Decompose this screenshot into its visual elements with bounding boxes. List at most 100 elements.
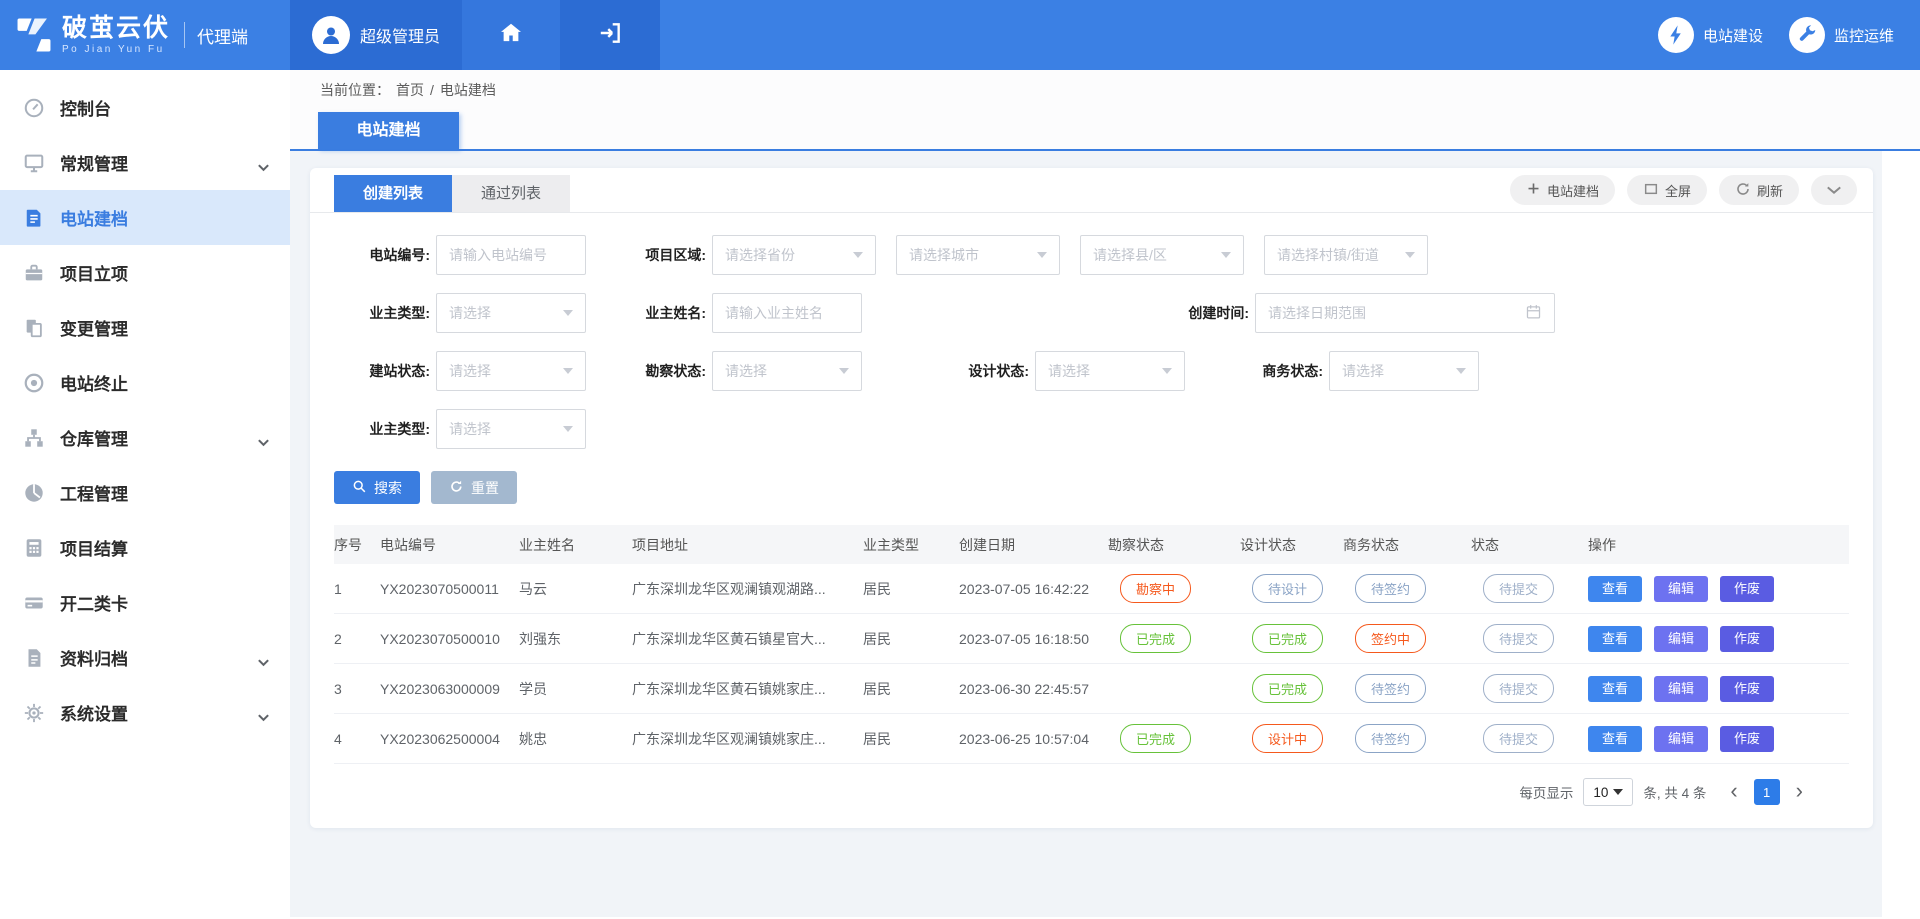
page-1-button[interactable]: 1 <box>1754 779 1780 805</box>
edit-button[interactable]: 编辑 <box>1654 726 1708 752</box>
sidebar-item-card-opening[interactable]: 开二类卡 <box>0 575 290 630</box>
cell-index: 3 <box>334 664 380 714</box>
county-select[interactable]: 请选择县/区 <box>1080 235 1244 275</box>
sidebar-item-label: 工程管理 <box>60 480 128 505</box>
brand-title: 破茧云伏 <box>62 16 170 41</box>
station-no-input[interactable] <box>436 235 586 275</box>
view-button[interactable]: 查看 <box>1588 676 1642 702</box>
fullscreen-button[interactable]: 全屏 <box>1627 175 1707 205</box>
void-button[interactable]: 作废 <box>1720 676 1774 702</box>
page-tab-station-filing[interactable]: 电站建档 <box>318 112 459 149</box>
tab-passed-list[interactable]: 通过列表 <box>452 175 570 212</box>
collapse-toolbar-button[interactable] <box>1811 175 1857 205</box>
sidebar-item-data-archive[interactable]: 资料归档 <box>0 630 290 685</box>
sidebar-item-label: 项目结算 <box>60 535 128 560</box>
refresh-button[interactable]: 刷新 <box>1719 175 1799 205</box>
table-row: 1 YX2023070500011 马云 广东深圳龙华区观澜镇观湖路... 居民… <box>334 564 1849 614</box>
chevron-down-icon <box>839 368 849 374</box>
archive-icon <box>22 646 46 670</box>
create-time-label: 创建时间: <box>1169 303 1249 323</box>
nav-station-build-label: 电站建设 <box>1703 25 1763 46</box>
nav-monitor-ops[interactable]: 监控运维 <box>1789 0 1894 70</box>
panel-card: 创建列表 通过列表 电站建档 全屏 刷新 <box>310 168 1873 828</box>
edit-button[interactable]: 编辑 <box>1654 676 1708 702</box>
business-status-select[interactable]: 请选择 <box>1329 351 1479 391</box>
sidebar-item-system-settings[interactable]: 系统设置 <box>0 685 290 740</box>
create-time-range-input[interactable]: 请选择日期范围 <box>1255 293 1555 333</box>
owner-name-input[interactable] <box>712 293 862 333</box>
void-button[interactable]: 作废 <box>1720 626 1774 652</box>
chevron-down-icon <box>257 159 270 177</box>
select-value: 请选择 <box>449 303 491 323</box>
owner-type-select[interactable]: 请选择 <box>436 293 586 333</box>
search-button[interactable]: 搜索 <box>334 471 420 504</box>
next-page-button[interactable]: › <box>1792 780 1807 802</box>
col-status: 状态 <box>1471 525 1588 564</box>
home-button[interactable] <box>462 0 560 70</box>
pagination: 每页显示 10 条, 共 4 条 ‹ 1 › <box>310 778 1873 806</box>
dashboard-icon <box>22 96 46 120</box>
sidebar-item-station-filing[interactable]: 电站建档 <box>0 190 290 245</box>
edit-button[interactable]: 编辑 <box>1654 576 1708 602</box>
void-button[interactable]: 作废 <box>1720 576 1774 602</box>
business-status-badge: 待签约 <box>1355 674 1426 703</box>
view-button[interactable]: 查看 <box>1588 726 1642 752</box>
plus-icon <box>1526 181 1541 199</box>
nav-station-build[interactable]: 电站建设 <box>1658 0 1763 70</box>
edit-button[interactable]: 编辑 <box>1654 626 1708 652</box>
sidebar-item-general-mgmt[interactable]: 常规管理 <box>0 135 290 190</box>
date-placeholder: 请选择日期范围 <box>1268 303 1366 323</box>
main-area: 当前位置： 首页 / 电站建档 电站建档 创建列表 通过列表 电站建档 <box>290 70 1920 919</box>
breadcrumb-prefix: 当前位置： <box>320 80 390 100</box>
per-page-select[interactable]: 10 <box>1583 778 1633 806</box>
nav-monitor-ops-label: 监控运维 <box>1834 25 1894 46</box>
col-created: 创建日期 <box>959 525 1108 564</box>
logout-button[interactable] <box>560 0 660 70</box>
calendar-icon <box>1525 303 1542 323</box>
panel-toolbar: 电站建档 全屏 刷新 <box>1510 175 1857 212</box>
breadcrumb-separator: / <box>430 82 434 98</box>
chevron-down-icon <box>1405 252 1415 258</box>
select-value: 请选择 <box>449 361 491 381</box>
view-button[interactable]: 查看 <box>1588 626 1642 652</box>
pie-gauge-icon <box>22 481 46 505</box>
breadcrumb-home[interactable]: 首页 <box>396 80 424 100</box>
brand[interactable]: 破茧云伏 Po Jian Yun Fu 代理端 <box>0 0 290 70</box>
create-station-button[interactable]: 电站建档 <box>1510 175 1615 205</box>
sidebar-item-station-termination[interactable]: 电站终止 <box>0 355 290 410</box>
tab-create-list[interactable]: 创建列表 <box>334 175 452 212</box>
survey-status-badge: 勘察中 <box>1120 574 1191 603</box>
status-badge: 待提交 <box>1483 574 1554 603</box>
user-menu[interactable]: 超级管理员 <box>290 0 462 70</box>
sidebar-item-change-mgmt[interactable]: 变更管理 <box>0 300 290 355</box>
build-status-select[interactable]: 请选择 <box>436 351 586 391</box>
province-select[interactable]: 请选择省份 <box>712 235 876 275</box>
sidebar-item-project-initiation[interactable]: 项目立项 <box>0 245 290 300</box>
cell-created: 2023-07-05 16:18:50 <box>959 614 1108 664</box>
business-status-badge: 待签约 <box>1355 724 1426 753</box>
col-actions: 操作 <box>1588 525 1849 564</box>
design-status-select[interactable]: 请选择 <box>1035 351 1185 391</box>
cell-actions: 查看编辑作废 <box>1588 714 1849 764</box>
design-status-badge: 设计中 <box>1252 724 1323 753</box>
station-table: 序号 电站编号 业主姓名 项目地址 业主类型 创建日期 勘察状态 设计状态 商务… <box>334 525 1849 764</box>
prev-page-button[interactable]: ‹ <box>1726 780 1741 802</box>
build-status-label: 建站状态: <box>334 361 430 381</box>
sidebar-item-project-settlement[interactable]: 项目结算 <box>0 520 290 575</box>
design-status-badge: 待设计 <box>1252 574 1323 603</box>
app-root: 破茧云伏 Po Jian Yun Fu 代理端 超级管理员 <box>0 0 1920 919</box>
reset-label: 重置 <box>471 478 499 498</box>
reset-button[interactable]: 重置 <box>431 471 517 504</box>
city-select[interactable]: 请选择城市 <box>896 235 1060 275</box>
table-header-row: 序号 电站编号 业主姓名 项目地址 业主类型 创建日期 勘察状态 设计状态 商务… <box>334 525 1849 564</box>
filter-form: 电站编号: 项目区域: 请选择省份 请选择城市 请选择县/区 请选择村镇/街道 … <box>310 213 1873 504</box>
survey-status-select[interactable]: 请选择 <box>712 351 862 391</box>
view-button[interactable]: 查看 <box>1588 576 1642 602</box>
town-select[interactable]: 请选择村镇/街道 <box>1264 235 1428 275</box>
void-button[interactable]: 作废 <box>1720 726 1774 752</box>
select-value: 请选择 <box>1048 361 1090 381</box>
owner-type2-select[interactable]: 请选择 <box>436 409 586 449</box>
sidebar-item-console[interactable]: 控制台 <box>0 80 290 135</box>
sidebar-item-warehouse-mgmt[interactable]: 仓库管理 <box>0 410 290 465</box>
sidebar-item-engineering-mgmt[interactable]: 工程管理 <box>0 465 290 520</box>
